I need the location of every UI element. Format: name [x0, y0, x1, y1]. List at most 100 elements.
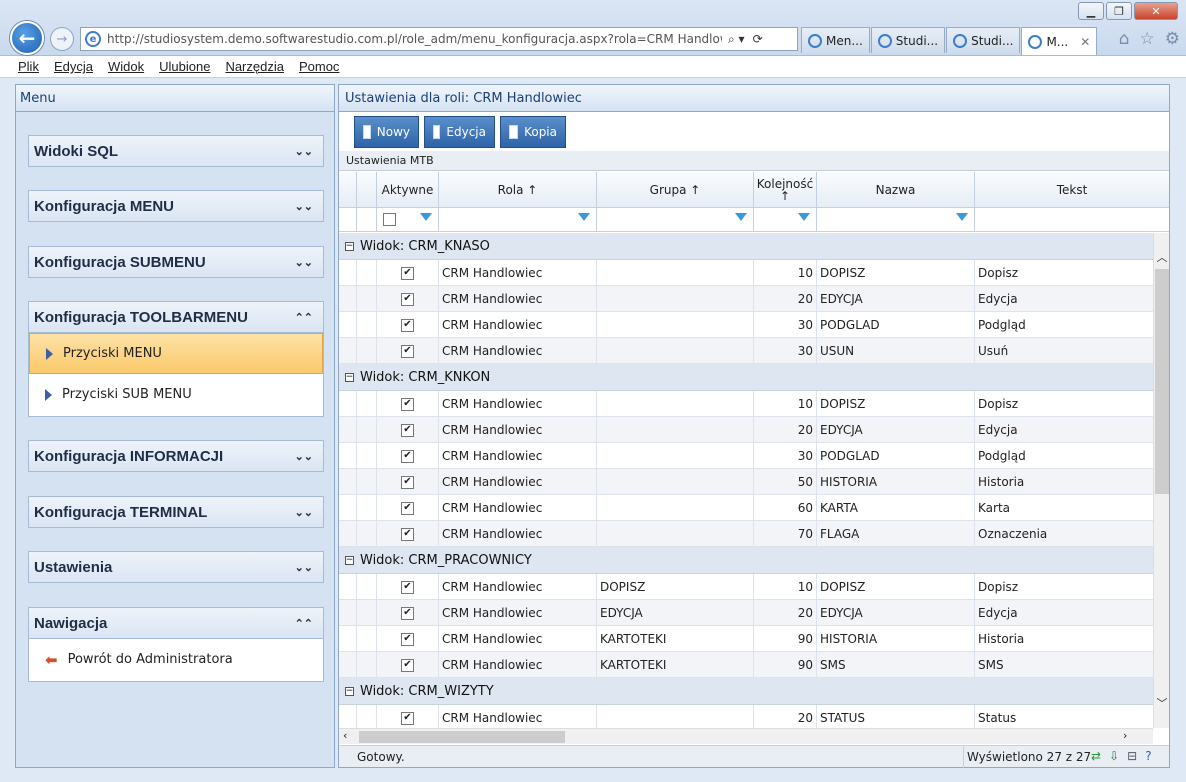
active-checkbox[interactable]: ✔	[401, 580, 414, 594]
scroll-thumb[interactable]	[359, 731, 565, 743]
table-row[interactable]: ✔ CRM Handlowiec 10 DOPISZ Dopisz	[339, 391, 1153, 417]
active-checkbox[interactable]: ✔	[401, 318, 414, 332]
browser-tab[interactable]: Men...	[801, 27, 870, 53]
chevron-left-icon[interactable]: ‹	[343, 729, 347, 742]
column-tekst[interactable]: Tekst	[975, 172, 1169, 208]
menu-edycja[interactable]: Edycja	[54, 59, 93, 74]
vertical-scrollbar[interactable]: ︿ ﹀	[1153, 233, 1169, 728]
chevron-up-icon[interactable]: ︿	[1154, 249, 1170, 265]
collapse-icon[interactable]: −	[345, 555, 354, 565]
browser-tab[interactable]: Studi...	[946, 27, 1021, 53]
new-button[interactable]: Nowy	[354, 116, 419, 148]
active-checkbox[interactable]: ✔	[401, 449, 414, 463]
sidebar-item[interactable]: Przyciski MENU	[29, 333, 323, 374]
active-checkbox[interactable]: ✔	[401, 423, 414, 437]
close-tab-icon[interactable]: ✕	[1080, 35, 1090, 49]
accordion-section[interactable]: Widoki SQL ⌄⌄	[28, 135, 324, 167]
column-grupa[interactable]: Grupa ↑	[597, 172, 754, 208]
active-checkbox[interactable]: ✔	[401, 266, 414, 280]
accordion-section[interactable]: Konfiguracja MENU ⌄⌄	[28, 190, 324, 222]
group-header[interactable]: − Widok: CRM_WIZYTY	[339, 678, 1153, 705]
collapse-icon[interactable]: −	[345, 372, 354, 382]
active-checkbox[interactable]: ✔	[401, 527, 414, 541]
active-checkbox[interactable]: ✔	[401, 292, 414, 306]
active-checkbox[interactable]: ✔	[401, 344, 414, 358]
active-checkbox[interactable]: ✔	[401, 475, 414, 489]
filter-icon[interactable]	[578, 213, 590, 221]
menu-plik[interactable]: Plik	[18, 59, 39, 74]
back-to-admin-link[interactable]: ⬅ Powrót do Administratora	[29, 639, 323, 680]
close-window-button[interactable]: ✕	[1134, 2, 1178, 20]
chevron-right-icon[interactable]: ›	[1123, 729, 1127, 742]
filter-icon[interactable]	[420, 213, 432, 221]
menu-pomoc[interactable]: Pomoc	[299, 59, 339, 74]
forward-button[interactable]: →	[50, 27, 74, 51]
column-kolejnosc[interactable]: Kolejność ↑	[754, 172, 817, 208]
group-header[interactable]: − Widok: CRM_KNASO	[339, 233, 1153, 260]
active-checkbox[interactable]: ✔	[401, 606, 414, 620]
menu-narzędzia[interactable]: Narzędzia	[225, 59, 284, 74]
help-icon[interactable]: ?	[1145, 749, 1151, 763]
table-row[interactable]: ✔ CRM Handlowiec DOPISZ 10 DOPISZ Dopisz	[339, 574, 1153, 600]
accordion-section[interactable]: Nawigacja ⌃⌃	[28, 607, 324, 639]
filter-rola[interactable]	[439, 208, 597, 232]
collapse-icon[interactable]: −	[345, 686, 354, 696]
table-row[interactable]: ✔ CRM Handlowiec 20 STATUS Status	[339, 705, 1153, 728]
column-aktywne[interactable]: Aktywne	[377, 172, 439, 208]
accordion-section[interactable]: Konfiguracja TERMINAL ⌄⌄	[28, 496, 324, 528]
active-checkbox[interactable]: ✔	[401, 711, 414, 725]
back-button[interactable]: ←	[10, 21, 44, 55]
filter-icon[interactable]	[735, 213, 747, 221]
restore-button[interactable]: ❐	[1106, 2, 1132, 20]
browser-tab[interactable]: M... ✕	[1021, 27, 1098, 55]
filter-tekst[interactable]	[975, 208, 1169, 232]
home-icon[interactable]: ⌂	[1119, 29, 1130, 49]
accordion-section[interactable]: Ustawienia ⌄⌄	[28, 551, 324, 583]
accordion-section[interactable]: Konfiguracja INFORMACJI ⌄⌄	[28, 440, 324, 472]
active-checkbox[interactable]: ✔	[401, 632, 414, 646]
table-row[interactable]: ✔ CRM Handlowiec 30 PODGLAD Podgląd	[339, 443, 1153, 469]
browser-tab[interactable]: Studi...	[870, 27, 946, 53]
active-checkbox[interactable]: ✔	[401, 501, 414, 515]
edit-button[interactable]: Edycja	[424, 116, 495, 148]
address-url[interactable]: http://studiosystem.demo.softwarestudio.…	[107, 32, 722, 46]
table-row[interactable]: ✔ CRM Handlowiec KARTOTEKI 90 SMS SMS	[339, 652, 1153, 678]
horizontal-scrollbar[interactable]: ‹ ›	[339, 728, 1153, 744]
filter-nazwa[interactable]	[817, 208, 975, 232]
group-header[interactable]: − Widok: CRM_KNKON	[339, 364, 1153, 391]
table-row[interactable]: ✔ CRM Handlowiec 60 KARTA Karta	[339, 495, 1153, 521]
gear-icon[interactable]: ⚙	[1165, 29, 1180, 49]
filter-kolejnosc[interactable]	[754, 208, 817, 232]
search-icon[interactable]: ⌕ ▾	[728, 32, 745, 47]
sidebar-item[interactable]: Przyciski SUB MENU	[29, 374, 323, 415]
active-checkbox[interactable]: ✔	[401, 658, 414, 672]
table-row[interactable]: ✔ CRM Handlowiec KARTOTEKI 90 HISTORIA Histor…	[339, 626, 1153, 652]
filter-icon[interactable]	[956, 213, 968, 221]
accordion-section[interactable]: Konfiguracja SUBMENU ⌄⌄	[28, 246, 324, 278]
table-row[interactable]: ✔ CRM Handlowiec 20 EDYCJA Edycja	[339, 417, 1153, 443]
column-rola[interactable]: Rola ↑	[439, 172, 597, 208]
filter-icon[interactable]	[798, 213, 810, 221]
refresh-icon[interactable]: ⟳	[753, 32, 763, 47]
scroll-thumb[interactable]	[1155, 269, 1169, 494]
table-row[interactable]: ✔ CRM Handlowiec 50 HISTORIA Historia	[339, 469, 1153, 495]
menu-widok[interactable]: Widok	[108, 59, 144, 74]
group-header[interactable]: − Widok: CRM_PRACOWNICY	[339, 547, 1153, 574]
active-checkbox[interactable]: ✔	[401, 397, 414, 411]
minimize-button[interactable]: ▁	[1078, 2, 1104, 20]
download-icon[interactable]: ⊟	[1127, 749, 1137, 763]
table-row[interactable]: ✔ CRM Handlowiec 20 EDYCJA Edycja	[339, 286, 1153, 312]
table-row[interactable]: ✔ CRM Handlowiec 10 DOPISZ Dopisz	[339, 260, 1153, 286]
copy-button[interactable]: Kopia	[500, 116, 566, 148]
filter-grupa[interactable]	[597, 208, 754, 232]
table-row[interactable]: ✔ CRM Handlowiec 70 FLAGA Oznaczenia	[339, 521, 1153, 547]
refresh-icon[interactable]: ⇄	[1091, 749, 1101, 763]
export-icon[interactable]: ⇩	[1109, 749, 1119, 763]
table-row[interactable]: ✔ CRM Handlowiec 30 PODGLAD Podgląd	[339, 312, 1153, 338]
menu-ulubione[interactable]: Ulubione	[159, 59, 210, 74]
favorites-star-icon[interactable]: ☆	[1140, 29, 1155, 49]
address-bar[interactable]: e http://studiosystem.demo.softwarestudi…	[80, 27, 798, 51]
column-nazwa[interactable]: Nazwa	[817, 172, 975, 208]
accordion-section[interactable]: Konfiguracja TOOLBARMENU ⌃⌃	[28, 301, 324, 333]
table-row[interactable]: ✔ CRM Handlowiec 30 USUN Usuń	[339, 338, 1153, 364]
